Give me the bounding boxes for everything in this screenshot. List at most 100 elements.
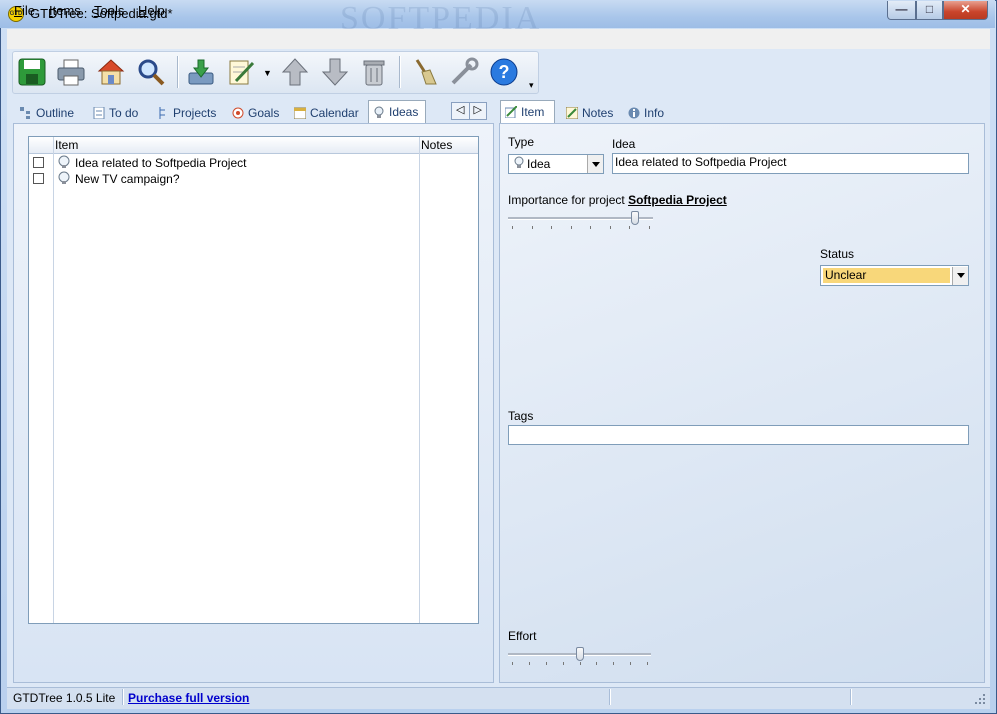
slider-tick: [647, 662, 648, 665]
tab-outline-label: Outline: [36, 105, 75, 120]
column-divider: [419, 137, 420, 623]
down-arrow-icon: [321, 58, 349, 86]
importance-label-text: Importance for project: [508, 193, 625, 207]
close-button[interactable]: ✕: [943, 1, 988, 20]
effort-label: Effort: [508, 629, 537, 643]
status-value: Unclear: [823, 268, 950, 283]
trash-icon: [363, 60, 385, 86]
edit-dropdown-arrow[interactable]: ▼: [263, 68, 272, 78]
menu-help[interactable]: Help: [138, 3, 165, 18]
column-divider: [53, 137, 54, 623]
menu-help-label: elp: [147, 3, 165, 18]
bulb-icon: [509, 156, 527, 172]
slider-tick: [512, 662, 513, 665]
help-icon: ?: [490, 58, 518, 86]
move-down-button[interactable]: [318, 55, 352, 89]
menu-file[interactable]: File: [14, 3, 35, 18]
menu-items[interactable]: Items: [49, 3, 81, 18]
tab-notes[interactable]: Notes: [562, 102, 617, 123]
menu-items-label: tems: [52, 3, 81, 18]
save-button[interactable]: [15, 55, 49, 89]
slider-tick: [613, 662, 614, 665]
menu-help-accel: H: [138, 3, 148, 18]
calendar-icon: [293, 107, 307, 119]
move-up-button[interactable]: [278, 55, 312, 89]
tab-next-button[interactable]: ▷: [470, 103, 487, 119]
type-dropdown[interactable]: Idea: [508, 154, 604, 174]
delete-button[interactable]: [357, 55, 391, 89]
slider-tick: [630, 662, 631, 665]
clean-button[interactable]: [407, 55, 441, 89]
edit-button[interactable]: [224, 55, 258, 89]
tab-todo[interactable]: To do: [89, 102, 142, 123]
column-header-item[interactable]: Item: [55, 138, 78, 152]
home-icon: [97, 59, 125, 85]
row-checkbox[interactable]: [33, 157, 44, 168]
grid-header: [29, 137, 478, 154]
chevron-down-icon[interactable]: [587, 155, 603, 173]
tab-calendar[interactable]: Calendar: [290, 102, 363, 123]
version-text: GTDTree 1.0.5 Lite: [13, 691, 116, 705]
tools-icon: [451, 57, 479, 85]
up-arrow-icon: [281, 58, 309, 86]
menu-file-accel: F: [14, 3, 22, 18]
tab-ideas-label: Ideas: [389, 105, 419, 119]
tab-ideas[interactable]: Ideas: [368, 100, 426, 123]
row-checkbox[interactable]: [33, 173, 44, 184]
resize-grip[interactable]: [974, 693, 986, 708]
menu-tools[interactable]: Tools: [94, 3, 124, 18]
tab-goals[interactable]: Goals: [228, 102, 283, 123]
row-item-text: New TV campaign?: [75, 172, 180, 186]
info-icon: [628, 107, 640, 119]
chevron-down-icon[interactable]: [952, 266, 968, 285]
purchase-link[interactable]: Purchase full version: [128, 691, 249, 705]
column-header-notes[interactable]: Notes: [421, 138, 452, 152]
tab-item-label: Item: [521, 105, 545, 119]
tab-info[interactable]: Info: [624, 102, 668, 123]
table-row[interactable]: Idea related to Softpedia Project: [33, 155, 473, 171]
import-button[interactable]: [184, 55, 218, 89]
status-divider: [609, 689, 611, 705]
search-button[interactable]: [134, 55, 168, 89]
todo-icon: [93, 106, 105, 119]
project-link[interactable]: Softpedia Project: [628, 193, 727, 207]
tab-outline[interactable]: Outline: [16, 102, 78, 123]
bulb-icon: [373, 106, 385, 118]
idea-input[interactable]: Idea related to Softpedia Project: [612, 153, 969, 174]
help-button[interactable]: ?: [487, 55, 521, 89]
slider-thumb[interactable]: [576, 647, 584, 661]
slider-tick: [590, 226, 591, 229]
toolbar-overflow[interactable]: ▾: [529, 80, 534, 91]
tab-notes-label: Notes: [582, 105, 614, 120]
status-dropdown[interactable]: Unclear: [820, 265, 969, 286]
tags-input[interactable]: [508, 425, 969, 445]
print-button[interactable]: [54, 55, 88, 89]
tab-item[interactable]: Item: [500, 100, 555, 123]
outline-icon: [20, 106, 32, 119]
slider-thumb[interactable]: [631, 211, 639, 225]
menu-file-label: ile: [21, 3, 35, 18]
toolbar-separator: [399, 56, 401, 88]
maximize-button[interactable]: □: [916, 1, 943, 20]
effort-slider[interactable]: [508, 647, 651, 669]
slider-tick: [563, 662, 564, 665]
item-icon: [504, 105, 518, 119]
options-button[interactable]: [447, 55, 481, 89]
slider-tick: [512, 226, 513, 229]
tab-projects[interactable]: Projects: [153, 102, 220, 123]
notes-icon: [565, 106, 579, 119]
slider-tick: [571, 226, 572, 229]
menu-tools-label: ools: [100, 3, 125, 18]
ideas-grid[interactable]: [28, 136, 479, 624]
menu-bar: [7, 29, 990, 49]
importance-slider[interactable]: [508, 211, 653, 233]
home-button[interactable]: [94, 55, 128, 89]
print-icon: [57, 59, 85, 86]
type-label: Type: [508, 135, 535, 149]
minimize-button[interactable]: —: [887, 1, 916, 20]
projects-icon: [157, 106, 169, 119]
table-row[interactable]: New TV campaign?: [33, 171, 473, 187]
status-divider: [122, 689, 124, 705]
tab-calendar-label: Calendar: [310, 105, 359, 120]
tab-prev-button[interactable]: ◁: [452, 103, 470, 119]
